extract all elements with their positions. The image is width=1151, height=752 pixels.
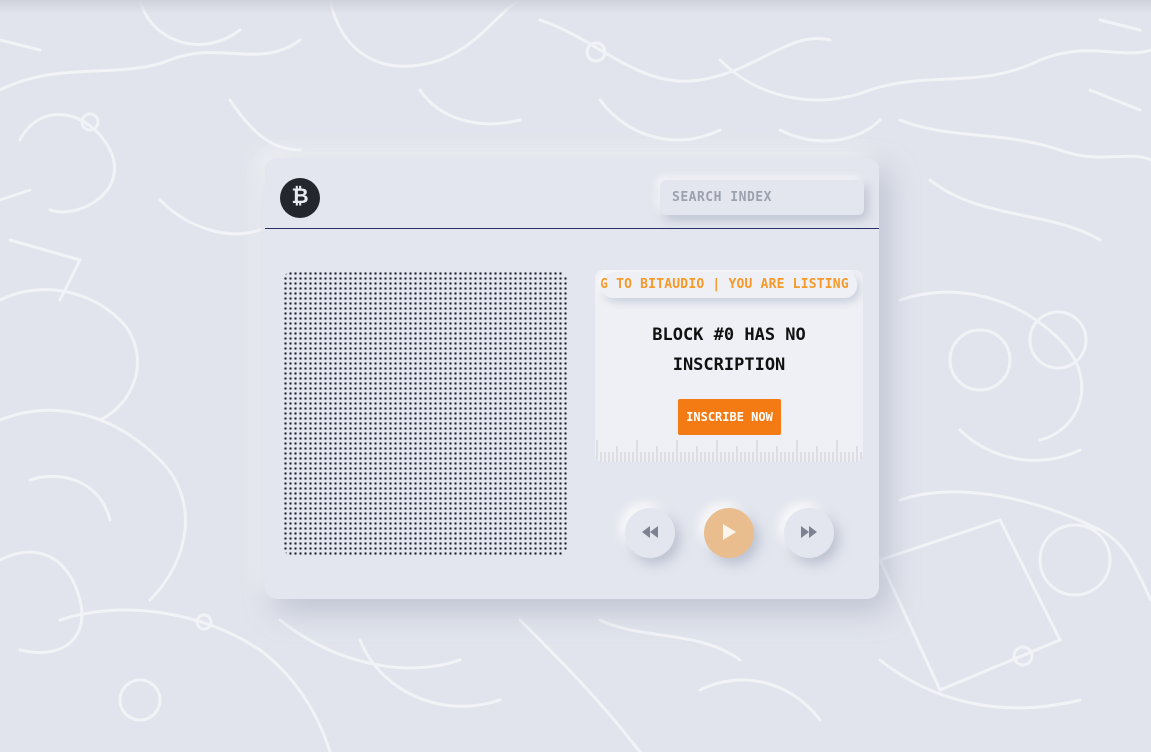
message-line-2: INSCRIPTION [672, 355, 786, 375]
display-screen: NG TO BITAUDIO | YOU ARE LISTING TO BITA… [595, 270, 863, 462]
tuning-scale [596, 440, 862, 462]
play-icon [721, 523, 737, 544]
search-box[interactable] [660, 180, 864, 215]
svg-text:₿: ₿ [291, 184, 308, 208]
rewind-icon [641, 525, 659, 542]
header-divider [265, 228, 879, 229]
inscribe-now-button[interactable]: INSCRIBE NOW [678, 399, 781, 435]
inscription-message: BLOCK #0 HAS NO INSCRIPTION [595, 320, 863, 380]
fast-forward-button[interactable] [784, 508, 834, 558]
play-button[interactable] [704, 508, 754, 558]
playback-controls [625, 508, 835, 558]
audio-player-device: ₿ NG TO BITAUDIO | YOU ARE LISTING TO BI… [265, 158, 879, 599]
speaker-grille [283, 271, 567, 556]
bitcoin-icon: ₿ [288, 184, 312, 212]
search-input[interactable] [670, 189, 854, 206]
bitcoin-logo: ₿ [280, 178, 320, 218]
rewind-button[interactable] [625, 508, 675, 558]
marquee-text: NG TO BITAUDIO | YOU ARE LISTING TO BITA… [601, 277, 857, 292]
message-line-1: BLOCK #0 HAS NO [652, 325, 806, 345]
marquee-ticker: NG TO BITAUDIO | YOU ARE LISTING TO BITA… [601, 272, 857, 298]
fast-forward-icon [800, 525, 818, 542]
